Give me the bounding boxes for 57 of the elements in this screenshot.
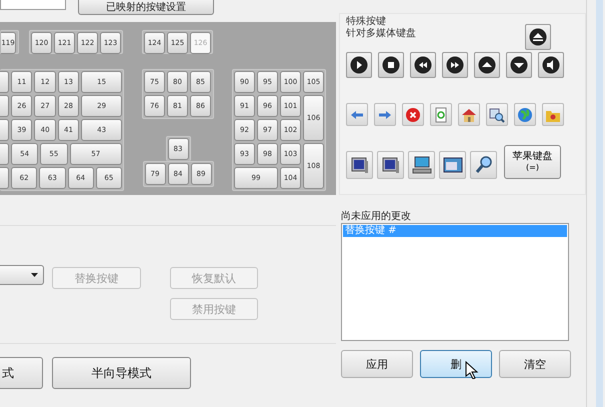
monitor-icon [380, 155, 400, 175]
app-key[interactable] [439, 151, 466, 179]
media-key[interactable] [538, 52, 564, 78]
keyboard-key[interactable] [0, 119, 9, 141]
web-key[interactable] [486, 103, 508, 126]
mode-button[interactable]: 半向导模式 [52, 357, 191, 389]
eject-key[interactable] [525, 24, 551, 50]
app-key[interactable] [346, 151, 373, 179]
fast-forward-icon [446, 56, 464, 74]
media-key[interactable] [442, 52, 468, 78]
monitor-icon [350, 155, 370, 175]
clear-button[interactable]: 清空 [499, 350, 571, 378]
web-key[interactable] [430, 103, 452, 126]
search-icon [489, 106, 505, 122]
keyboard-key[interactable] [0, 143, 9, 165]
app-key[interactable] [470, 151, 497, 179]
web-key[interactable] [402, 103, 424, 126]
keyboard-key[interactable] [0, 71, 9, 93]
mode-button[interactable]: 式 [0, 357, 43, 389]
media-key[interactable] [474, 52, 500, 78]
cursor-icon [465, 361, 479, 379]
special-keys-subtitle: 针对多媒体键盘 [346, 28, 416, 40]
mac-keyboard-button[interactable]: 苹果键盘 (=) [504, 145, 561, 179]
web-key[interactable] [458, 103, 480, 126]
volume-up-icon [478, 56, 496, 74]
keyboard-key[interactable] [0, 167, 9, 189]
special-keys-title: 特殊按键 [346, 16, 387, 28]
app-key[interactable] [408, 151, 435, 179]
media-key[interactable] [410, 52, 436, 78]
pending-changes-label: 尚未应用的更改 [341, 210, 412, 223]
stop-icon [382, 56, 400, 74]
computer-icon [412, 155, 432, 175]
stop-icon [405, 106, 421, 122]
delete-button[interactable]: 删 [420, 350, 492, 378]
app-key[interactable] [377, 151, 404, 179]
web-key[interactable] [346, 103, 368, 126]
mute-icon [542, 56, 560, 74]
key-dropdown[interactable] [0, 265, 44, 285]
web-key[interactable] [542, 103, 564, 126]
text-field[interactable] [0, 0, 66, 10]
mapped-keys-button[interactable]: 已映射的按键设置 [78, 0, 214, 15]
web-key[interactable] [374, 103, 396, 126]
media-key[interactable] [506, 52, 532, 78]
media-key[interactable] [346, 52, 372, 78]
media-key[interactable] [378, 52, 404, 78]
volume-down-icon [510, 56, 528, 74]
search-icon [474, 155, 494, 175]
dropdown-arrow-icon [31, 273, 38, 277]
keyboard-key[interactable] [0, 95, 9, 117]
play-icon [350, 56, 368, 74]
web-key[interactable] [514, 103, 536, 126]
globe-icon [517, 106, 533, 122]
refresh-icon [433, 106, 449, 122]
rewind-icon [414, 56, 432, 74]
home-icon [461, 106, 477, 122]
apply-button[interactable]: 应用 [341, 350, 413, 378]
eject-icon [529, 28, 547, 46]
